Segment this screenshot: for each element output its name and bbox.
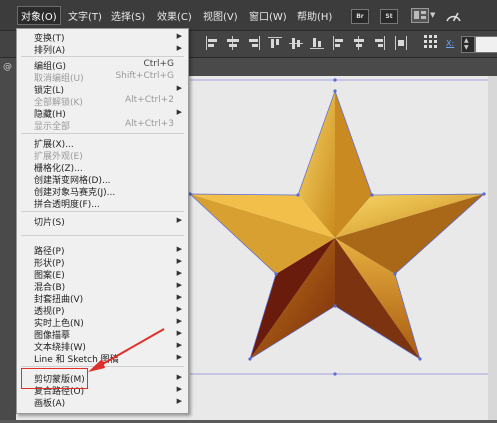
- submenu-arrow-icon: ▶: [176, 108, 182, 116]
- submenu-arrow-icon: ▶: [176, 44, 182, 52]
- menu-object[interactable]: 对象(O): [17, 6, 61, 25]
- submenu-arrow-icon: ▶: [176, 216, 182, 224]
- x-coordinate-stepper[interactable]: ▲ ▼: [461, 36, 475, 53]
- menu-item-flatten-transparency[interactable]: 拼合透明度(F)...: [34, 197, 100, 210]
- shortcut-ungroup: Shift+Ctrl+G: [115, 71, 174, 81]
- menu-view[interactable]: 视图(V): [203, 8, 238, 23]
- menu-separator: [21, 235, 184, 236]
- menu-select[interactable]: 选择(S): [111, 8, 145, 23]
- submenu-arrow-icon: ▶: [176, 281, 182, 289]
- stock-button[interactable]: St: [380, 9, 398, 24]
- menu-item-show-all: 显示全部: [34, 122, 71, 132]
- submenu-arrow-icon: ▶: [176, 373, 182, 381]
- submenu-arrow-icon: ▶: [176, 269, 182, 277]
- arrange-documents-icon[interactable]: [411, 8, 429, 23]
- annotation-highlight-box: [21, 368, 88, 389]
- panel-edge-label: @: [3, 62, 12, 72]
- submenu-arrow-icon: ▶: [176, 32, 182, 40]
- menu-help[interactable]: 帮助(H): [297, 8, 332, 23]
- submenu-arrow-icon: ▶: [176, 397, 182, 405]
- menu-separator: [21, 211, 184, 212]
- menu-item-artboards[interactable]: 画板(A): [34, 396, 65, 409]
- align-left-icon[interactable]: [205, 36, 219, 50]
- distribute-right-icon[interactable]: [373, 36, 387, 50]
- distribute-center-icon[interactable]: [352, 36, 366, 50]
- menu-item-arrange[interactable]: 排列(A): [34, 43, 65, 56]
- bridge-button[interactable]: Br: [351, 9, 369, 24]
- submenu-arrow-icon: ▶: [176, 84, 182, 92]
- menu-effect[interactable]: 效果(C): [157, 8, 192, 23]
- chevron-down-icon[interactable]: ▼: [430, 11, 435, 19]
- shortcut-show-all: Alt+Ctrl+3: [124, 119, 174, 129]
- align-right-icon[interactable]: [247, 36, 261, 50]
- shortcut-unlock-all: Alt+Ctrl+2: [124, 95, 174, 105]
- menu-window[interactable]: 窗口(W): [249, 8, 287, 23]
- gpu-performance-icon[interactable]: [445, 7, 462, 24]
- tools-panel-edge: @: [0, 58, 16, 420]
- x-coordinate-input[interactable]: [475, 36, 497, 53]
- shortcut-group: Ctrl+G: [143, 59, 174, 69]
- submenu-arrow-icon: ▶: [176, 317, 182, 325]
- menu-bar: 对象(O) 文字(T) 选择(S) 效果(C) 视图(V) 窗口(W) 帮助(H…: [0, 0, 497, 31]
- transform-grid-icon[interactable]: [424, 35, 438, 49]
- submenu-arrow-icon: ▶: [176, 245, 182, 253]
- submenu-arrow-icon: ▶: [176, 353, 182, 361]
- submenu-arrow-icon: ▶: [176, 329, 182, 337]
- vertical-scrollbar[interactable]: [488, 76, 497, 420]
- menu-type[interactable]: 文字(T): [68, 8, 102, 23]
- align-horizontal-center-icon[interactable]: [226, 36, 240, 50]
- menu-separator: [21, 133, 184, 134]
- x-coordinate-label: X:: [446, 39, 455, 48]
- submenu-arrow-icon: ▶: [176, 341, 182, 349]
- align-bottom-icon[interactable]: [310, 36, 324, 50]
- distribute-space-icon[interactable]: [394, 36, 408, 50]
- annotation-arrow: [88, 328, 165, 372]
- submenu-arrow-icon: ▶: [176, 293, 182, 301]
- distribute-left-icon[interactable]: [331, 36, 345, 50]
- menu-separator: [21, 56, 184, 57]
- submenu-arrow-icon: ▶: [176, 257, 182, 265]
- align-top-icon[interactable]: [268, 36, 282, 50]
- align-vertical-center-icon[interactable]: [289, 36, 303, 50]
- menu-item-slice[interactable]: 切片(S): [34, 215, 65, 228]
- submenu-arrow-icon: ▶: [176, 305, 182, 313]
- submenu-arrow-icon: ▶: [176, 385, 182, 393]
